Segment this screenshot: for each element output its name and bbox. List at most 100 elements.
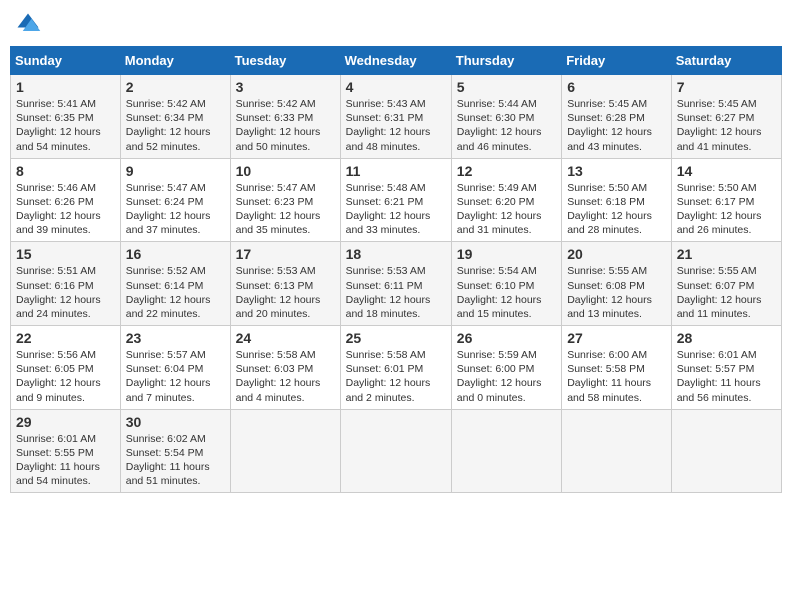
column-header-sunday: Sunday: [11, 47, 121, 75]
calendar-cell: [230, 409, 340, 493]
column-header-wednesday: Wednesday: [340, 47, 451, 75]
day-number: 18: [346, 246, 446, 262]
day-number: 9: [126, 163, 225, 179]
day-info: Sunrise: 5:58 AMSunset: 6:01 PMDaylight:…: [346, 348, 446, 405]
calendar-cell: 25 Sunrise: 5:58 AMSunset: 6:01 PMDayligh…: [340, 326, 451, 410]
day-number: 4: [346, 79, 446, 95]
day-info: Sunrise: 5:49 AMSunset: 6:20 PMDaylight:…: [457, 181, 556, 238]
column-header-monday: Monday: [120, 47, 230, 75]
day-number: 8: [16, 163, 115, 179]
day-info: Sunrise: 5:47 AMSunset: 6:23 PMDaylight:…: [236, 181, 335, 238]
day-info: Sunrise: 5:41 AMSunset: 6:35 PMDaylight:…: [16, 97, 115, 154]
day-number: 19: [457, 246, 556, 262]
calendar-cell: 27 Sunrise: 6:00 AMSunset: 5:58 PMDayligh…: [562, 326, 672, 410]
day-info: Sunrise: 6:00 AMSunset: 5:58 PMDaylight:…: [567, 348, 666, 405]
day-number: 11: [346, 163, 446, 179]
calendar-cell: 17 Sunrise: 5:53 AMSunset: 6:13 PMDayligh…: [230, 242, 340, 326]
day-number: 13: [567, 163, 666, 179]
day-number: 24: [236, 330, 335, 346]
calendar-cell: 20 Sunrise: 5:55 AMSunset: 6:08 PMDayligh…: [562, 242, 672, 326]
day-number: 15: [16, 246, 115, 262]
calendar-cell: 14 Sunrise: 5:50 AMSunset: 6:17 PMDayligh…: [671, 158, 781, 242]
day-number: 28: [677, 330, 776, 346]
logo: [14, 10, 46, 38]
calendar-cell: 10Sunrise: 5:47 AMSunset: 6:23 PMDayligh…: [230, 158, 340, 242]
day-info: Sunrise: 5:55 AMSunset: 6:07 PMDaylight:…: [677, 264, 776, 321]
day-info: Sunrise: 5:50 AMSunset: 6:18 PMDaylight:…: [567, 181, 666, 238]
calendar-cell: [340, 409, 451, 493]
day-number: 21: [677, 246, 776, 262]
calendar-cell: 3 Sunrise: 5:42 AMSunset: 6:33 PMDaylight…: [230, 75, 340, 159]
page-header: [10, 10, 782, 38]
column-header-friday: Friday: [562, 47, 672, 75]
calendar-cell: 21 Sunrise: 5:55 AMSunset: 6:07 PMDayligh…: [671, 242, 781, 326]
calendar-cell: 2Sunrise: 5:42 AMSunset: 6:34 PMDaylight…: [120, 75, 230, 159]
calendar-cell: 6 Sunrise: 5:45 AMSunset: 6:28 PMDaylight…: [562, 75, 672, 159]
day-info: Sunrise: 5:48 AMSunset: 6:21 PMDaylight:…: [346, 181, 446, 238]
day-info: Sunrise: 5:53 AMSunset: 6:11 PMDaylight:…: [346, 264, 446, 321]
day-number: 5: [457, 79, 556, 95]
day-info: Sunrise: 5:45 AMSunset: 6:27 PMDaylight:…: [677, 97, 776, 154]
calendar-cell: 9 Sunrise: 5:47 AMSunset: 6:24 PMDaylight…: [120, 158, 230, 242]
calendar-cell: 11 Sunrise: 5:48 AMSunset: 6:21 PMDayligh…: [340, 158, 451, 242]
day-info: Sunrise: 6:01 AMSunset: 5:57 PMDaylight:…: [677, 348, 776, 405]
calendar-cell: [671, 409, 781, 493]
calendar-table: SundayMondayTuesdayWednesdayThursdayFrid…: [10, 46, 782, 493]
day-info: Sunrise: 5:56 AMSunset: 6:05 PMDaylight:…: [16, 348, 115, 405]
calendar-cell: 18 Sunrise: 5:53 AMSunset: 6:11 PMDayligh…: [340, 242, 451, 326]
calendar-week-row: 22 Sunrise: 5:56 AMSunset: 6:05 PMDayligh…: [11, 326, 782, 410]
day-number: 14: [677, 163, 776, 179]
day-info: Sunrise: 5:51 AMSunset: 6:16 PMDaylight:…: [16, 264, 115, 321]
day-number: 7: [677, 79, 776, 95]
calendar-cell: 22 Sunrise: 5:56 AMSunset: 6:05 PMDayligh…: [11, 326, 121, 410]
column-header-thursday: Thursday: [451, 47, 561, 75]
calendar-week-row: 8Sunrise: 5:46 AMSunset: 6:26 PMDaylight…: [11, 158, 782, 242]
column-header-tuesday: Tuesday: [230, 47, 340, 75]
calendar-week-row: 1Sunrise: 5:41 AMSunset: 6:35 PMDaylight…: [11, 75, 782, 159]
calendar-cell: [451, 409, 561, 493]
day-info: Sunrise: 5:50 AMSunset: 6:17 PMDaylight:…: [677, 181, 776, 238]
calendar-cell: 15 Sunrise: 5:51 AMSunset: 6:16 PMDayligh…: [11, 242, 121, 326]
column-header-saturday: Saturday: [671, 47, 781, 75]
day-info: Sunrise: 5:47 AMSunset: 6:24 PMDaylight:…: [126, 181, 225, 238]
day-number: 16: [126, 246, 225, 262]
calendar-cell: 12 Sunrise: 5:49 AMSunset: 6:20 PMDayligh…: [451, 158, 561, 242]
day-info: Sunrise: 6:01 AMSunset: 5:55 PMDaylight:…: [16, 432, 115, 489]
day-info: Sunrise: 5:54 AMSunset: 6:10 PMDaylight:…: [457, 264, 556, 321]
day-info: Sunrise: 5:44 AMSunset: 6:30 PMDaylight:…: [457, 97, 556, 154]
calendar-cell: 30Sunrise: 6:02 AMSunset: 5:54 PMDayligh…: [120, 409, 230, 493]
calendar-cell: 5 Sunrise: 5:44 AMSunset: 6:30 PMDaylight…: [451, 75, 561, 159]
calendar-cell: 4Sunrise: 5:43 AMSunset: 6:31 PMDaylight…: [340, 75, 451, 159]
calendar-cell: 7 Sunrise: 5:45 AMSunset: 6:27 PMDaylight…: [671, 75, 781, 159]
calendar-cell: 29 Sunrise: 6:01 AMSunset: 5:55 PMDayligh…: [11, 409, 121, 493]
day-number: 27: [567, 330, 666, 346]
day-number: 20: [567, 246, 666, 262]
calendar-cell: 19 Sunrise: 5:54 AMSunset: 6:10 PMDayligh…: [451, 242, 561, 326]
calendar-week-row: 15 Sunrise: 5:51 AMSunset: 6:16 PMDayligh…: [11, 242, 782, 326]
calendar-cell: 8Sunrise: 5:46 AMSunset: 6:26 PMDaylight…: [11, 158, 121, 242]
calendar-cell: 28 Sunrise: 6:01 AMSunset: 5:57 PMDayligh…: [671, 326, 781, 410]
day-info: Sunrise: 5:57 AMSunset: 6:04 PMDaylight:…: [126, 348, 225, 405]
day-info: Sunrise: 5:42 AMSunset: 6:33 PMDaylight:…: [236, 97, 335, 154]
calendar-cell: [562, 409, 672, 493]
day-info: Sunrise: 5:53 AMSunset: 6:13 PMDaylight:…: [236, 264, 335, 321]
day-number: 3: [236, 79, 335, 95]
day-number: 6: [567, 79, 666, 95]
calendar-cell: 24Sunrise: 5:58 AMSunset: 6:03 PMDayligh…: [230, 326, 340, 410]
calendar-cell: 13 Sunrise: 5:50 AMSunset: 6:18 PMDayligh…: [562, 158, 672, 242]
calendar-week-row: 29 Sunrise: 6:01 AMSunset: 5:55 PMDayligh…: [11, 409, 782, 493]
day-info: Sunrise: 6:02 AMSunset: 5:54 PMDaylight:…: [126, 432, 225, 489]
day-number: 26: [457, 330, 556, 346]
logo-icon: [14, 10, 42, 38]
day-info: Sunrise: 5:59 AMSunset: 6:00 PMDaylight:…: [457, 348, 556, 405]
day-info: Sunrise: 5:52 AMSunset: 6:14 PMDaylight:…: [126, 264, 225, 321]
day-number: 25: [346, 330, 446, 346]
day-info: Sunrise: 5:42 AMSunset: 6:34 PMDaylight:…: [126, 97, 225, 154]
day-info: Sunrise: 5:55 AMSunset: 6:08 PMDaylight:…: [567, 264, 666, 321]
day-number: 17: [236, 246, 335, 262]
day-number: 12: [457, 163, 556, 179]
calendar-cell: 23Sunrise: 5:57 AMSunset: 6:04 PMDayligh…: [120, 326, 230, 410]
day-number: 22: [16, 330, 115, 346]
day-number: 29: [16, 414, 115, 430]
day-info: Sunrise: 5:45 AMSunset: 6:28 PMDaylight:…: [567, 97, 666, 154]
